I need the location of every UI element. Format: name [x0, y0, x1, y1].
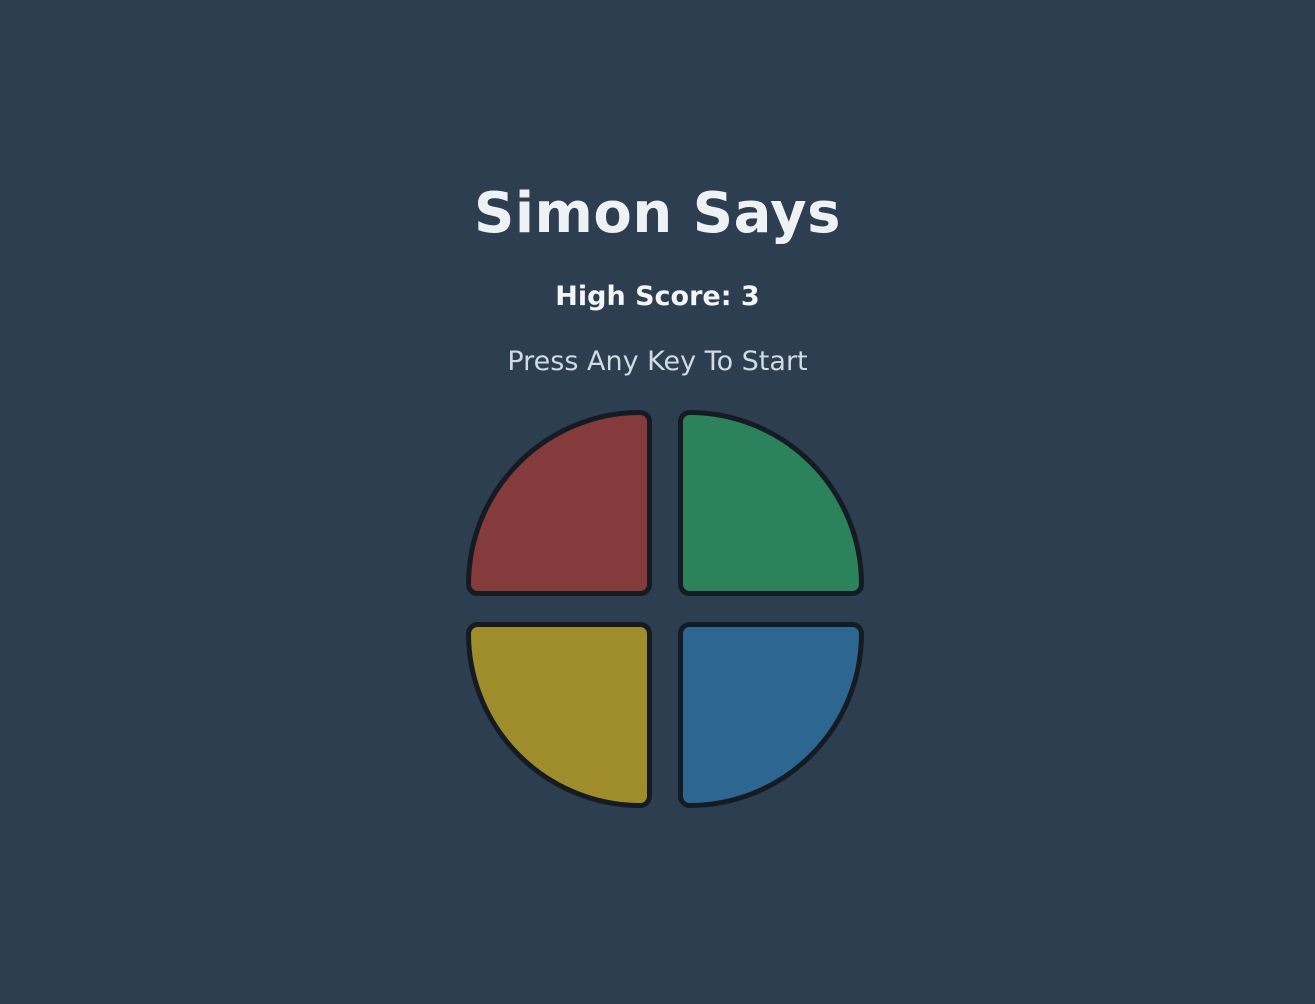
- status-message: Press Any Key To Start: [507, 346, 808, 377]
- game-title: Simon Says: [474, 181, 841, 246]
- high-score: High Score: 3: [555, 281, 760, 312]
- red-pad[interactable]: [466, 410, 652, 596]
- blue-pad[interactable]: [678, 622, 864, 808]
- yellow-pad[interactable]: [466, 622, 652, 808]
- green-pad[interactable]: [678, 410, 864, 596]
- game-screen: Simon Says High Score: 3 Press Any Key T…: [0, 0, 1315, 1004]
